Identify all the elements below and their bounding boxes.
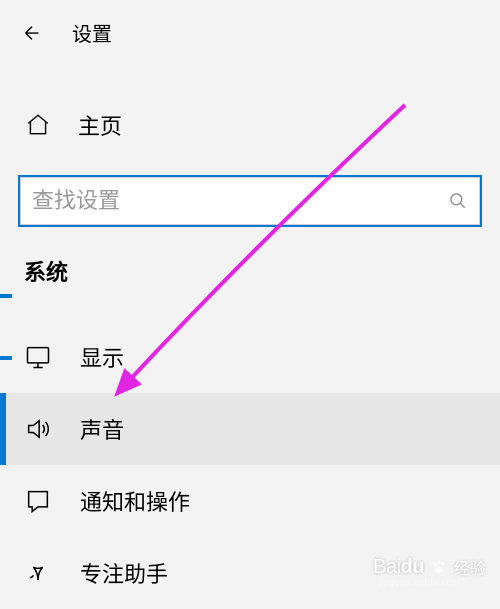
menu-label: 声音 [80,413,124,445]
menu-item-sound[interactable]: 声音 [0,393,500,465]
sound-icon [24,415,52,443]
arrow-left-icon [21,22,43,44]
menu-item-notifications[interactable]: 通知和操作 [0,465,500,537]
header: 设置 [0,0,500,65]
search-icon [448,191,468,211]
watermark-url: jingyan.baidu.com [379,577,460,587]
section-header: 系统 [0,227,500,297]
menu-item-display[interactable]: 显示 [0,321,500,393]
watermark-logo: Baidu [373,556,424,579]
home-item[interactable]: 主页 [0,97,500,153]
search-box[interactable] [18,175,482,227]
focus-icon [24,559,52,587]
watermark: Baidu 经验 [373,555,486,579]
back-button[interactable] [20,21,44,45]
watermark-text: 经验 [454,555,486,579]
notification-icon [24,487,52,515]
display-icon [24,343,52,371]
menu-label: 通知和操作 [80,485,190,517]
page-title: 设置 [72,18,112,47]
paw-icon [430,558,448,576]
home-label: 主页 [78,109,122,141]
search-input[interactable] [32,188,448,214]
menu-label: 专注助手 [80,557,168,589]
home-icon [24,111,52,139]
menu-label: 显示 [80,341,124,373]
